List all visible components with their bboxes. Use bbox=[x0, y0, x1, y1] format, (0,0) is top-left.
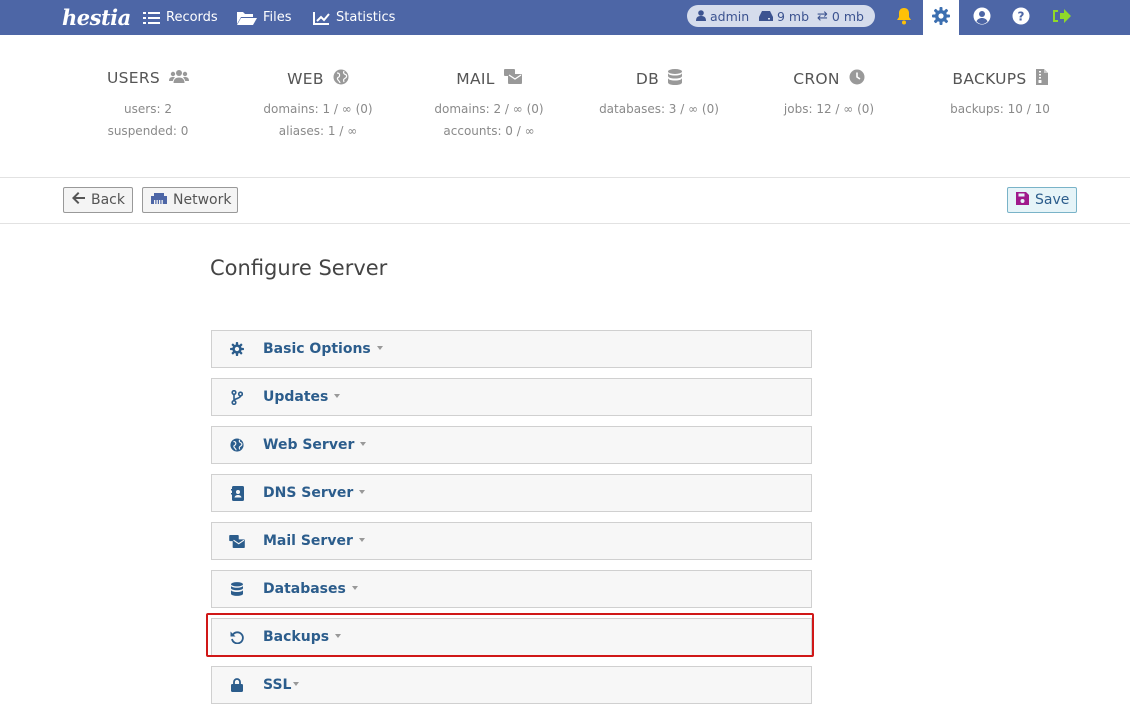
section-web-server-label: Web Server bbox=[263, 437, 355, 453]
nav-files-label: Files bbox=[263, 10, 292, 25]
svg-text:?: ? bbox=[1018, 9, 1025, 23]
nav-records-label: Records bbox=[166, 10, 218, 25]
hdd-icon bbox=[759, 9, 773, 24]
stat-backups-line-1: backups: 10 / 10 bbox=[950, 102, 1050, 116]
stat-users-line-1: users: 2 bbox=[124, 102, 172, 116]
stat-web-line-2: aliases: 1 / ∞ bbox=[278, 124, 358, 138]
stat-backups-title: BACKUPS bbox=[952, 70, 1027, 88]
section-backups[interactable]: Backups bbox=[211, 618, 812, 656]
exchange-icon: ⇄ bbox=[817, 8, 828, 24]
nav-statistics-label: Statistics bbox=[336, 10, 396, 25]
section-basic-options-label: Basic Options bbox=[263, 341, 371, 357]
section-mail-server-label: Mail Server bbox=[263, 533, 353, 549]
caret-down-icon bbox=[358, 538, 365, 542]
section-ssl-label: SSL bbox=[263, 677, 292, 693]
help-button[interactable]: ? bbox=[1003, 0, 1039, 35]
bell-icon bbox=[896, 7, 912, 29]
usage-disk: 9 mb bbox=[759, 5, 809, 27]
mail-bulk-icon bbox=[503, 69, 522, 88]
stats-panel: USERS users: 2 suspended: 0 WEB domains:… bbox=[0, 35, 1130, 178]
back-button-label: Back bbox=[91, 192, 125, 208]
notifications-button[interactable] bbox=[886, 0, 922, 35]
mail-bulk-icon bbox=[229, 533, 245, 549]
help-icon: ? bbox=[1012, 7, 1030, 29]
back-button[interactable]: Back bbox=[63, 187, 133, 213]
top-navbar: hestia Records Files Statistics admin 9 … bbox=[0, 0, 1130, 35]
profile-button[interactable] bbox=[964, 0, 1000, 35]
stat-users-title: USERS bbox=[106, 69, 161, 87]
stat-db-title: DB bbox=[635, 70, 660, 88]
stat-mail-line-2: accounts: 0 / ∞ bbox=[443, 124, 535, 138]
nav-records[interactable]: Records bbox=[143, 0, 218, 35]
usage-pill[interactable]: admin 9 mb ⇄ 0 mb bbox=[687, 5, 875, 27]
save-button[interactable]: Save bbox=[1007, 187, 1077, 213]
save-button-label: Save bbox=[1035, 192, 1070, 208]
database-icon bbox=[668, 69, 683, 89]
undo-icon bbox=[229, 629, 245, 645]
user-icon bbox=[696, 9, 706, 24]
cog-icon bbox=[229, 341, 245, 357]
user-circle-icon bbox=[973, 7, 991, 29]
stat-web-line-1: domains: 1 / ∞ (0) bbox=[263, 102, 373, 116]
clock-icon bbox=[849, 69, 865, 89]
logout-button[interactable] bbox=[1043, 0, 1079, 35]
users-icon bbox=[169, 69, 190, 87]
file-archive-icon bbox=[1035, 69, 1048, 89]
globe-icon bbox=[229, 437, 245, 453]
section-dns-server[interactable]: DNS Server bbox=[211, 474, 812, 512]
ethernet-icon bbox=[151, 192, 167, 208]
page-title: Configure Server bbox=[210, 256, 388, 280]
section-dns-server-label: DNS Server bbox=[263, 485, 354, 501]
caret-down-icon bbox=[360, 442, 367, 446]
chart-line-icon bbox=[313, 11, 330, 25]
stat-users-line-2: suspended: 0 bbox=[107, 124, 189, 138]
stat-web-title: WEB bbox=[287, 70, 324, 88]
stat-cron-title: CRON bbox=[793, 70, 840, 88]
gear-icon bbox=[932, 6, 950, 29]
section-updates[interactable]: Updates bbox=[211, 378, 812, 416]
usage-bandwidth: ⇄ 0 mb bbox=[817, 5, 864, 27]
section-databases-label: Databases bbox=[263, 581, 346, 597]
list-icon bbox=[143, 11, 160, 25]
caret-down-icon bbox=[359, 490, 366, 494]
save-icon bbox=[1016, 191, 1029, 209]
usage-user-label: admin bbox=[710, 8, 750, 24]
folder-open-icon bbox=[237, 11, 257, 25]
section-ssl[interactable]: SSL bbox=[211, 666, 812, 704]
caret-down-icon bbox=[335, 634, 342, 638]
globe-icon bbox=[333, 69, 349, 89]
network-button[interactable]: Network bbox=[142, 187, 238, 213]
server-settings-button[interactable] bbox=[923, 0, 959, 35]
stat-db-line-1: databases: 3 / ∞ (0) bbox=[599, 102, 719, 116]
section-databases[interactable]: Databases bbox=[211, 570, 812, 608]
address-book-icon bbox=[229, 485, 245, 501]
caret-down-icon bbox=[334, 394, 341, 398]
arrow-left-icon bbox=[72, 192, 85, 208]
section-backups-label: Backups bbox=[263, 629, 330, 645]
lock-icon bbox=[229, 677, 245, 693]
hestia-logo[interactable]: hestia bbox=[62, 1, 131, 34]
section-basic-options[interactable]: Basic Options bbox=[211, 330, 812, 368]
section-updates-label: Updates bbox=[263, 389, 329, 405]
caret-down-icon bbox=[293, 682, 300, 686]
logout-icon bbox=[1052, 8, 1071, 28]
network-button-label: Network bbox=[173, 192, 232, 208]
stat-mail-line-1: domains: 2 / ∞ (0) bbox=[434, 102, 544, 116]
stat-mail-title: MAIL bbox=[456, 69, 495, 88]
usage-bandwidth-label: 0 mb bbox=[831, 8, 864, 24]
usage-disk-label: 9 mb bbox=[777, 8, 810, 24]
action-toolbar: Back Network Save bbox=[0, 178, 1130, 224]
database-icon bbox=[229, 581, 245, 597]
section-mail-server[interactable]: Mail Server bbox=[211, 522, 812, 560]
caret-down-icon bbox=[351, 586, 358, 590]
code-branch-icon bbox=[229, 389, 245, 405]
section-web-server[interactable]: Web Server bbox=[211, 426, 812, 464]
nav-files[interactable]: Files bbox=[237, 0, 292, 35]
stat-cron-line-1: jobs: 12 / ∞ (0) bbox=[783, 102, 875, 116]
usage-user: admin bbox=[696, 5, 749, 27]
nav-statistics[interactable]: Statistics bbox=[313, 0, 395, 35]
caret-down-icon bbox=[376, 346, 383, 350]
